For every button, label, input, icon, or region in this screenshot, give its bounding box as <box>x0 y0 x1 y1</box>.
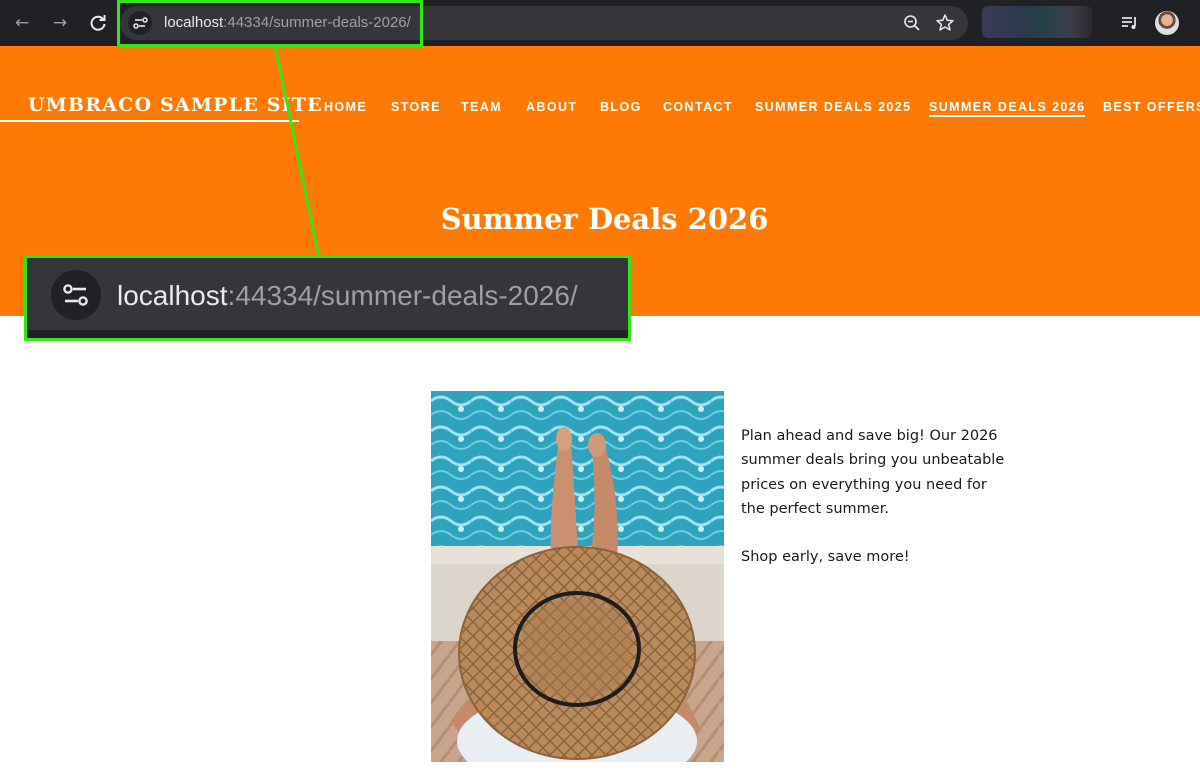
extensions-area[interactable] <box>982 6 1092 38</box>
zoomed-address-bar: localhost:44334/summer-deals-2026/ <box>24 255 631 341</box>
reload-icon[interactable] <box>86 11 110 35</box>
nav-item-store[interactable]: STORE <box>391 100 441 114</box>
back-arrow-icon[interactable]: ← <box>10 11 34 35</box>
address-bar-highlight <box>117 0 423 47</box>
nav-item-summer-deals-2025[interactable]: SUMMER DEALS 2025 <box>755 100 911 114</box>
profile-avatar[interactable] <box>1155 11 1179 35</box>
logo-underline <box>0 120 299 122</box>
nav-item-summer-deals-2026[interactable]: SUMMER DEALS 2026 <box>929 100 1086 117</box>
media-control-icon[interactable] <box>1118 11 1142 35</box>
forward-arrow-icon[interactable]: → <box>48 11 72 35</box>
zoomed-url-host: localhost <box>117 280 228 311</box>
zoomed-toolbar-edge <box>27 330 628 338</box>
site-logo[interactable]: UMBRACO SAMPLE SITE <box>28 94 323 116</box>
page-title: Summer Deals 2026 <box>440 202 769 236</box>
summer-pool-photo <box>431 391 724 762</box>
nav-item-best-offers[interactable]: BEST OFFERS <box>1103 100 1200 114</box>
body-paragraph: Plan ahead and save big! Our 2026 summer… <box>741 428 1005 517</box>
nav-item-team[interactable]: TEAM <box>461 100 502 114</box>
nav-item-blog[interactable]: BLOG <box>600 100 642 114</box>
bookmark-star-icon[interactable] <box>935 13 955 33</box>
nav-item-about[interactable]: ABOUT <box>526 100 577 114</box>
zoomed-omnibox: localhost:44334/summer-deals-2026/ <box>27 258 628 330</box>
zoomed-url: localhost:44334/summer-deals-2026/ <box>117 258 578 334</box>
zoomed-site-settings-icon <box>51 270 101 320</box>
body-paragraph: Shop early, save more! <box>741 549 910 566</box>
page-body-text: Plan ahead and save big! Our 2026 summer… <box>741 424 1011 569</box>
zoomed-url-path: :44334/summer-deals-2026/ <box>227 280 578 311</box>
nav-item-contact[interactable]: CONTACT <box>663 100 733 114</box>
zoom-icon[interactable] <box>902 13 922 33</box>
nav-item-home[interactable]: HOME <box>324 100 367 114</box>
